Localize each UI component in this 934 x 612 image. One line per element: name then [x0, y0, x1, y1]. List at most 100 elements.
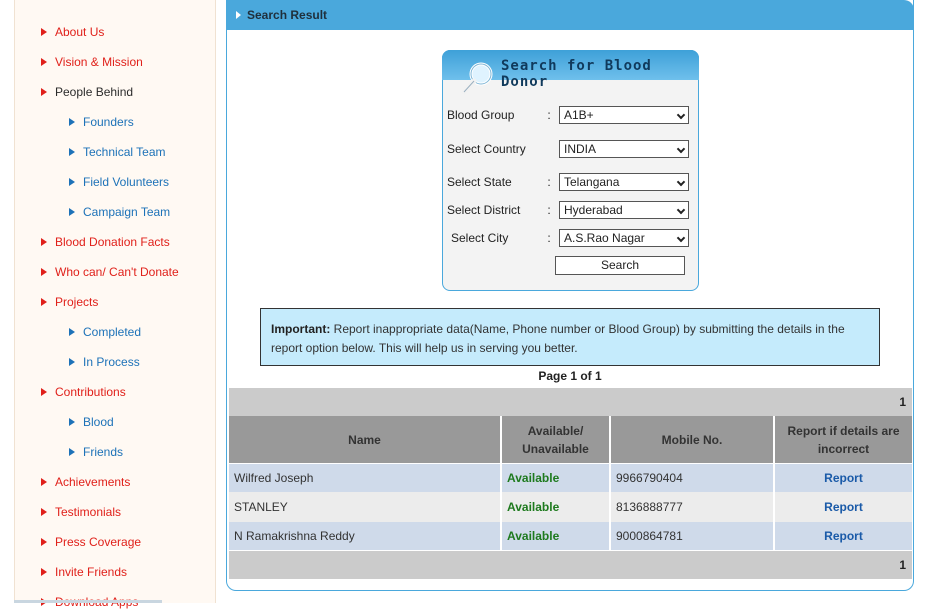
sidebar-item-label: Press Coverage [55, 535, 142, 549]
sidebar-item-blood-donation-facts[interactable]: Blood Donation Facts [41, 232, 170, 252]
bullet-icon [41, 238, 47, 246]
blood-group-row: Blood Group : A1B+ [447, 106, 692, 124]
bullet-icon [41, 568, 47, 576]
search-button[interactable]: Search [555, 256, 685, 275]
sidebar-item-label: Vision & Mission [55, 55, 143, 69]
sidebar-item-label: Invite Friends [55, 565, 128, 579]
page-link[interactable]: 1 [899, 558, 906, 572]
bullet-icon [41, 388, 47, 396]
bullet-icon [69, 448, 75, 456]
state-select[interactable]: Telangana [559, 173, 689, 191]
colon: : [547, 108, 551, 122]
donor-name: Wilfred Joseph [229, 464, 502, 492]
bullet-icon [41, 28, 47, 36]
sidebar-item-projects[interactable]: Projects [41, 292, 98, 312]
pagination-top: 1 [229, 388, 912, 416]
district-row: Select District : Hyderabad [447, 201, 692, 219]
sidebar-item-blood[interactable]: Blood [69, 412, 114, 432]
district-label: Select District [447, 203, 521, 217]
bullet-icon [41, 298, 47, 306]
header-name: Name [229, 416, 502, 463]
district-select[interactable]: Hyderabad [559, 201, 689, 219]
sidebar-item-testimonials[interactable]: Testimonials [41, 502, 121, 522]
select-value: A1B+ [564, 108, 594, 122]
arrow-right-icon [236, 11, 241, 19]
bullet-icon [41, 508, 47, 516]
availability-status: Available [502, 522, 611, 550]
chevron-down-icon [676, 205, 686, 215]
notice-bold: Important: [271, 322, 331, 336]
sidebar-item-vision-mission[interactable]: Vision & Mission [41, 52, 143, 72]
header-availability: Available/ Unavailable [502, 416, 611, 463]
important-notice: Important: Report inappropriate data(Nam… [260, 308, 880, 366]
sidebar-item-achievements[interactable]: Achievements [41, 472, 130, 492]
city-row: Select City : A.S.Rao Nagar [447, 229, 692, 247]
bullet-icon [69, 208, 75, 216]
sidebar-item-people-behind[interactable]: People Behind [41, 82, 133, 102]
sidebar-item-label: Contributions [55, 385, 126, 399]
sidebar-item-founders[interactable]: Founders [69, 112, 134, 132]
bullet-icon [69, 148, 75, 156]
sidebar-item-label: Who can/ Can't Donate [55, 265, 179, 279]
sidebar-item-label: Testimonials [55, 505, 122, 519]
availability-status: Available [502, 464, 611, 492]
chevron-down-icon [676, 233, 686, 243]
bullet-icon [41, 538, 47, 546]
bullet-icon [69, 358, 75, 366]
mobile-number: 9000864781 [611, 522, 775, 550]
header-mobile: Mobile No. [611, 416, 775, 463]
panel-title: Search Result [247, 8, 328, 22]
page-indicator: Page 1 of 1 [538, 369, 602, 383]
report-link[interactable]: Report [775, 464, 912, 492]
sidebar-item-press-coverage[interactable]: Press Coverage [41, 532, 141, 552]
country-row: Select Country INDIA [447, 140, 692, 158]
chevron-down-icon [676, 144, 686, 154]
sidebar-item-campaign-team[interactable]: Campaign Team [69, 202, 170, 222]
blood-group-label: Blood Group [447, 108, 515, 122]
sidebar-item-label: Blood Donation Facts [55, 235, 170, 249]
sidebar-item-field-volunteers[interactable]: Field Volunteers [69, 172, 169, 192]
city-label: Select City [451, 231, 509, 245]
magnifier-icon [461, 62, 493, 95]
bullet-icon [41, 58, 47, 66]
blood-group-select[interactable]: A1B+ [559, 106, 689, 124]
sidebar: About Us Vision & Mission People Behind … [14, 0, 216, 609]
sidebar-item-who-can-donate[interactable]: Who can/ Can't Donate [41, 262, 179, 282]
sidebar-item-label: Achievements [55, 475, 131, 489]
select-value: Telangana [564, 175, 620, 189]
table-row: Wilfred Joseph Available 9966790404 Repo… [229, 464, 912, 492]
notice-text: Report inappropriate data(Name, Phone nu… [271, 322, 845, 355]
bullet-icon [41, 478, 47, 486]
search-result-panel: Search Result Search for Blood Donor Blo… [226, 0, 914, 591]
select-value: Hyderabad [564, 203, 623, 217]
sidebar-item-label: Founders [83, 115, 134, 129]
table-header: Name Available/ Unavailable Mobile No. R… [229, 416, 912, 463]
donor-name: STANLEY [229, 492, 502, 522]
city-select[interactable]: A.S.Rao Nagar [559, 229, 689, 247]
report-link[interactable]: Report [775, 492, 912, 522]
report-link[interactable]: Report [775, 522, 912, 550]
state-row: Select State : Telangana [447, 173, 692, 191]
sidebar-item-invite-friends[interactable]: Invite Friends [41, 562, 127, 582]
search-title: Search for Blood Donor [501, 58, 652, 90]
bullet-icon [69, 418, 75, 426]
bullet-icon [41, 268, 47, 276]
sidebar-item-label: Friends [83, 445, 124, 459]
header-report: Report if details are incorrect [787, 423, 900, 456]
sidebar-item-label: In Process [83, 355, 140, 369]
pagination-bottom: 1 [229, 551, 912, 579]
sidebar-item-in-process[interactable]: In Process [69, 352, 140, 372]
sidebar-item-label: Completed [83, 325, 142, 339]
sidebar-item-technical-team[interactable]: Technical Team [69, 142, 166, 162]
bullet-icon [69, 178, 75, 186]
sidebar-item-contributions[interactable]: Contributions [41, 382, 126, 402]
sidebar-item-about-us[interactable]: About Us [41, 22, 104, 42]
sidebar-item-completed[interactable]: Completed [69, 322, 141, 342]
sidebar-item-label: Projects [55, 295, 99, 309]
bullet-icon [41, 88, 47, 96]
table-row: STANLEY Available 8136888777 Report [229, 492, 912, 522]
country-select[interactable]: INDIA [559, 140, 689, 158]
sidebar-item-friends[interactable]: Friends [69, 442, 123, 462]
sidebar-item-label: Campaign Team [83, 205, 171, 219]
page-link[interactable]: 1 [899, 395, 906, 409]
